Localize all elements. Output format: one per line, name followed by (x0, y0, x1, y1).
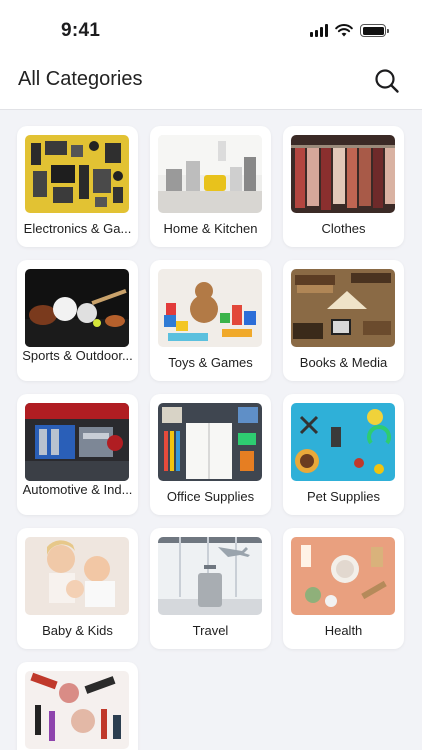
battery-icon (360, 24, 389, 37)
home-kitchen-image (158, 135, 262, 213)
category-label: Pet Supplies (307, 489, 380, 504)
category-card-electronics[interactable]: Electronics & Ga... (17, 126, 138, 247)
category-card-home-kitchen[interactable]: Home & Kitchen (150, 126, 271, 247)
category-label: Toys & Games (168, 355, 253, 370)
category-card-beauty[interactable] (17, 662, 138, 750)
toys-image (158, 269, 262, 347)
category-label: Health (324, 623, 363, 638)
sports-image (25, 269, 129, 347)
category-card-sports[interactable]: Sports & Outdoor... (17, 260, 138, 381)
category-label: Home & Kitchen (163, 221, 258, 236)
category-card-health[interactable]: Health (283, 528, 404, 649)
category-grid: Electronics & Ga... Home & Kitchen Cloth… (17, 126, 407, 750)
beauty-image (25, 671, 129, 749)
category-card-automotive[interactable]: Automotive & Ind... (17, 394, 138, 515)
cellular-signal-icon (310, 24, 328, 37)
category-label: Automotive & Ind... (22, 482, 133, 497)
office-supplies-image (158, 403, 262, 481)
category-label: Travel (192, 623, 229, 638)
electronics-image (25, 135, 129, 213)
category-label: Baby & Kids (42, 623, 113, 638)
category-label: Clothes (321, 221, 366, 236)
automotive-image (25, 403, 129, 481)
page-title: All Categories (18, 68, 143, 90)
baby-kids-image (25, 537, 129, 615)
category-card-books[interactable]: Books & Media (283, 260, 404, 381)
category-label: Books & Media (299, 355, 388, 370)
status-icons (310, 24, 389, 37)
clothes-image (291, 135, 395, 213)
category-card-baby[interactable]: Baby & Kids (17, 528, 138, 649)
app-header: All Categories (0, 56, 422, 110)
pet-supplies-image (291, 403, 395, 481)
health-image (291, 537, 395, 615)
category-card-pet[interactable]: Pet Supplies (283, 394, 404, 515)
category-card-clothes[interactable]: Clothes (283, 126, 404, 247)
category-label: Electronics & Ga... (23, 221, 132, 236)
wifi-icon (335, 24, 353, 37)
status-time: 9:41 (61, 20, 101, 41)
travel-image (158, 537, 262, 615)
search-icon[interactable] (374, 68, 400, 94)
books-image (291, 269, 395, 347)
status-bar: 9:41 (0, 0, 422, 56)
category-label: Sports & Outdoor... (22, 348, 133, 363)
category-card-travel[interactable]: Travel (150, 528, 271, 649)
category-card-office[interactable]: Office Supplies (150, 394, 271, 515)
category-label: Office Supplies (166, 489, 255, 504)
category-card-toys[interactable]: Toys & Games (150, 260, 271, 381)
